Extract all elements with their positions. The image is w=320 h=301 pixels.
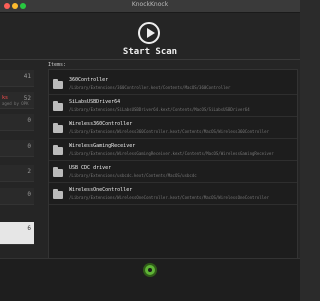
folder-icon xyxy=(53,101,63,111)
play-icon[interactable] xyxy=(138,22,160,44)
app-logo-icon[interactable] xyxy=(145,265,155,275)
sidebar-item[interactable]: 0 xyxy=(0,114,34,131)
item-name: USB CDC driver xyxy=(69,165,112,171)
folder-icon xyxy=(53,123,63,133)
items-header: Items: xyxy=(48,62,67,68)
item-name: Wireless360Controller xyxy=(69,121,133,127)
item-path: /Library/Extensions/WirelessGamingReceiv… xyxy=(69,151,274,156)
item-path: /Library/Extensions/usbcdc.kext/Contents… xyxy=(69,173,197,178)
items-list: 360Controller /Library/Extensions/360Con… xyxy=(48,69,298,267)
category-sidebar: 41 ks aged by OPK 52 0 0 2 0 6 xyxy=(0,70,34,270)
item-path: /Library/Extensions/360Controller.kext/C… xyxy=(69,85,231,90)
folder-icon xyxy=(53,79,63,89)
window-title: KnockKnock xyxy=(131,1,169,8)
app-window: KnockKnock Start Scan 41 ks aged by OPK … xyxy=(0,0,300,301)
sidebar-item-count: 6 xyxy=(27,225,31,232)
list-item[interactable]: 360Controller /Library/Extensions/360Con… xyxy=(49,74,297,95)
sidebar-item[interactable]: 41 xyxy=(0,70,34,87)
list-item[interactable]: WirelessGamingReceiver /Library/Extensio… xyxy=(49,140,297,161)
list-item[interactable]: SiLabsUSBDriver64 /Library/Extensions/Si… xyxy=(49,96,297,117)
item-name: 360Controller xyxy=(69,77,109,83)
title-bar: KnockKnock xyxy=(0,0,300,13)
sidebar-item-count: 0 xyxy=(27,143,31,150)
list-item[interactable]: USB CDC driver /Library/Extensions/usbcd… xyxy=(49,162,297,183)
item-path: /Library/Extensions/Wireless360Controlle… xyxy=(69,129,269,134)
folder-icon xyxy=(53,189,63,199)
toolbar-divider xyxy=(0,59,300,60)
sidebar-item-count: 52 xyxy=(23,95,31,102)
sidebar-item-count: 0 xyxy=(27,117,31,124)
sidebar-item[interactable]: 0 xyxy=(0,140,34,157)
folder-icon xyxy=(53,167,63,177)
sidebar-item[interactable]: ks aged by OPK 52 xyxy=(0,92,34,109)
sidebar-item-count: 2 xyxy=(27,168,31,175)
item-name: SiLabsUSBDriver64 xyxy=(69,99,121,105)
sidebar-item[interactable]: 2 xyxy=(0,165,34,182)
sidebar-item-count: 0 xyxy=(27,191,31,198)
item-path: /Library/Extensions/WirelessOneControlle… xyxy=(69,195,269,200)
folder-icon xyxy=(53,145,63,155)
list-item[interactable]: Wireless360Controller /Library/Extension… xyxy=(49,118,297,139)
sidebar-item[interactable]: 0 xyxy=(0,188,34,205)
item-path: /Library/Extensions/SiLabsUSBDriver64.ke… xyxy=(69,107,250,112)
item-name: WirelessGamingReceiver xyxy=(69,143,136,149)
item-name: WirelessOneController xyxy=(69,187,133,193)
sidebar-item-count: 41 xyxy=(23,73,31,80)
sidebar-item-selected[interactable]: 6 xyxy=(0,222,34,245)
start-scan-button[interactable]: Start Scan xyxy=(0,47,300,57)
list-item[interactable]: WirelessOneController /Library/Extension… xyxy=(49,184,297,205)
